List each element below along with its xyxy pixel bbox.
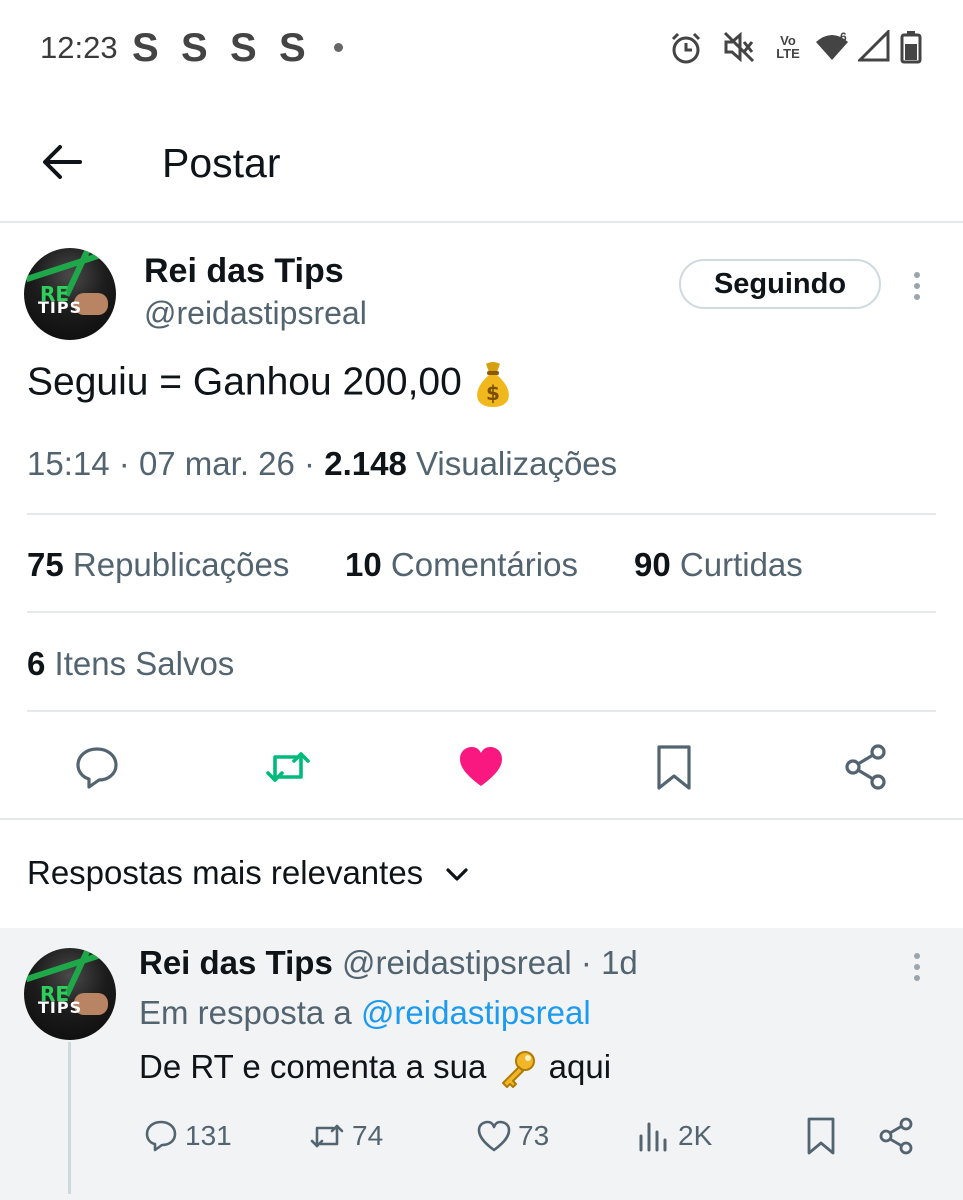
heart-icon (477, 1120, 511, 1152)
reply-views-count: 2K (678, 1120, 713, 1151)
more-options-icon[interactable] (912, 272, 922, 305)
reply-icon (145, 1120, 177, 1152)
repost-icon[interactable] (263, 742, 313, 792)
post-text-content: Seguiu = Ganhou 200,00 (27, 360, 462, 404)
reply-author-avatar[interactable]: RE TIPS (24, 948, 116, 1040)
likes-count: 90 (634, 546, 671, 583)
replies-sort-label: Respostas mais relevantes (27, 854, 424, 891)
signal-icon (858, 30, 890, 62)
reply-more-options-icon[interactable] (912, 953, 922, 986)
wifi-generation-badge: 6 (840, 30, 847, 44)
reply-to-prefix: Em resposta a (139, 994, 352, 1031)
bookmark-icon[interactable] (649, 742, 699, 792)
post-date: 07 mar. 26 (138, 445, 295, 482)
post-text: Seguiu = Ganhou 200,00 $ (27, 360, 514, 408)
reply-share-icon[interactable] (876, 1116, 916, 1156)
reply-age: 1d (601, 944, 638, 981)
divider (27, 513, 936, 515)
reposts-count: 75 (27, 546, 64, 583)
more-notifications-dot (334, 43, 343, 52)
alarm-icon (671, 32, 701, 64)
likes-stat[interactable]: 90 Curtidas (634, 546, 803, 584)
volte-icon: Vo LTE (776, 33, 800, 61)
author-handle[interactable]: @reidastipsreal (144, 295, 367, 332)
post-time: 15:14 (27, 445, 110, 482)
post-meta: 15:14 · 07 mar. 26 · 2.148 Visualizações (27, 445, 617, 483)
comments-label: Comentários (390, 546, 578, 583)
reply-to-handle-link[interactable]: @reidastipsreal (361, 994, 591, 1031)
notification-icon: S (230, 26, 257, 70)
reply-likes-count: 73 (518, 1120, 550, 1151)
reply-header: Rei das Tips @reidastipsreal · 1d (139, 944, 638, 982)
reply-like-button[interactable]: 73 (476, 1116, 549, 1156)
reply-author-name[interactable]: Rei das Tips (139, 944, 333, 981)
reply-reposts-count: 74 (352, 1120, 384, 1151)
reply-views-button[interactable]: 2K (636, 1116, 712, 1156)
saved-stat[interactable]: 6 Itens Salvos (27, 645, 234, 683)
views-label[interactable]: Visualizações (416, 445, 617, 482)
comments-count: 10 (345, 546, 382, 583)
notification-icon: S (132, 26, 159, 70)
money-bag-icon: $ (472, 360, 514, 408)
thread-connector-line (68, 1042, 71, 1194)
status-time: 12:23 (40, 30, 118, 65)
saved-count: 6 (27, 645, 46, 682)
reposts-label: Republicações (72, 546, 290, 583)
share-icon[interactable] (841, 742, 891, 792)
replies-sort-selector[interactable]: Respostas mais relevantes (27, 854, 470, 892)
meta-separator: · (304, 445, 316, 482)
meta-separator: · (118, 445, 130, 482)
author-avatar[interactable]: RE TIPS (24, 248, 116, 340)
page-title: Postar (162, 140, 281, 186)
repost-icon (310, 1124, 344, 1148)
reply-text: De RT e comenta a sua aqui (139, 1048, 611, 1089)
reply-replies-count: 131 (185, 1120, 232, 1151)
meta-separator: · (580, 944, 592, 981)
reply-text-after: aqui (548, 1048, 612, 1085)
reply-icon[interactable] (72, 742, 122, 792)
reply-bookmark-icon[interactable] (804, 1116, 838, 1156)
chevron-down-icon (446, 868, 468, 881)
svg-text:$: $ (486, 381, 500, 405)
reply-repost-button[interactable]: 74 (308, 1116, 383, 1156)
divider (27, 611, 936, 613)
header-divider (0, 221, 963, 223)
views-count: 2.148 (324, 445, 407, 482)
back-arrow-icon[interactable] (40, 140, 84, 184)
reply-replies-button[interactable]: 131 (143, 1116, 232, 1156)
author-name[interactable]: Rei das Tips (144, 252, 344, 291)
divider (27, 710, 936, 712)
key-icon (495, 1049, 539, 1089)
views-chart-icon (639, 1122, 667, 1152)
reply-author-handle[interactable]: @reidastipsreal (342, 944, 572, 981)
notification-icon: S (181, 26, 208, 70)
reply-to-line: Em resposta a @reidastipsreal (139, 994, 591, 1032)
reposts-stat[interactable]: 75 Republicações (27, 546, 289, 584)
like-heart-icon[interactable] (456, 742, 506, 792)
following-button[interactable]: Seguindo (679, 259, 881, 309)
comments-stat[interactable]: 10 Comentários (345, 546, 578, 584)
divider (0, 818, 963, 820)
notification-icon: S (279, 26, 306, 70)
saved-label: Itens Salvos (54, 645, 235, 682)
mute-icon (723, 31, 755, 63)
reply-text-before: De RT e comenta a sua (139, 1048, 487, 1085)
battery-icon (900, 31, 922, 64)
likes-label: Curtidas (679, 546, 803, 583)
